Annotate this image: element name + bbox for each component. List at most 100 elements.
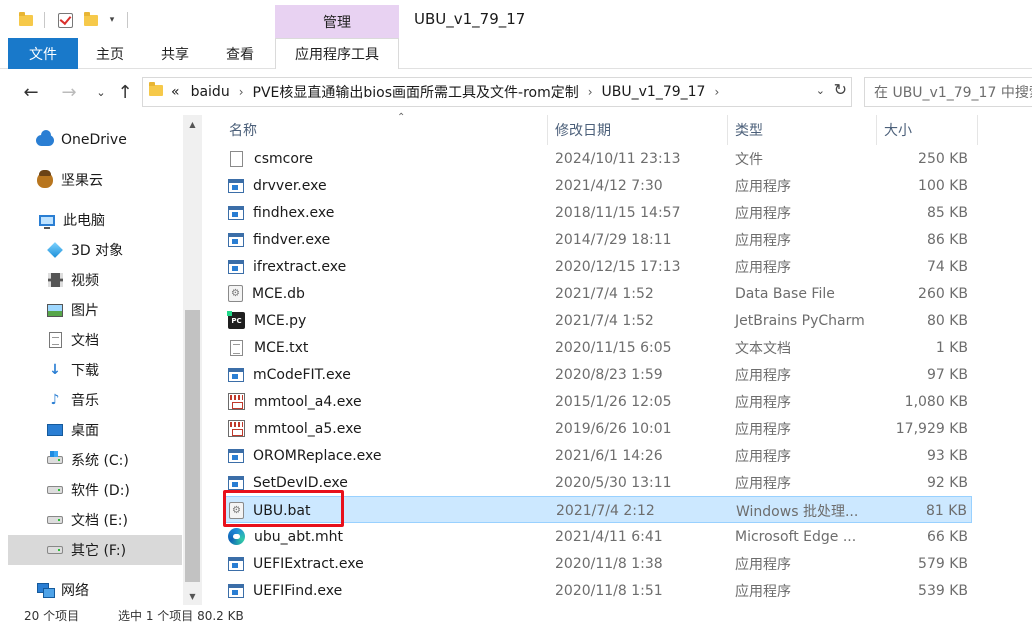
forward-arrow-icon[interactable]: → xyxy=(58,81,80,103)
file-type: 应用程序 xyxy=(735,448,791,465)
file-name-cell: MCE.txt xyxy=(228,334,308,361)
chevron-right-icon[interactable]: › xyxy=(714,85,719,99)
file-name: ubu_abt.mht xyxy=(254,528,344,545)
column-header-date[interactable]: 修改日期 xyxy=(548,115,728,145)
file-size: 100 KB xyxy=(918,177,968,194)
sidebar-item-label: 网络 xyxy=(61,583,89,599)
tab-application-tools[interactable]: 应用程序工具 xyxy=(275,38,399,69)
search-input[interactable]: 在 UBU_v1_79_17 中搜索 xyxy=(864,77,1032,107)
file-row[interactable]: mmtool_a4.exe 2015/1/26 12:05 应用程序 1,080 KB xyxy=(224,388,972,415)
chevron-right-icon[interactable]: › xyxy=(239,85,244,99)
status-bar: 20 个项目 选中 1 个项目 80.2 KB xyxy=(0,605,1032,623)
file-type: 应用程序 xyxy=(735,583,791,600)
sidebar-item-3d-objects[interactable]: 3D 对象 xyxy=(8,235,182,265)
column-header-type[interactable]: 类型 xyxy=(728,115,877,145)
folder-icon[interactable] xyxy=(18,10,34,30)
scroll-down-icon[interactable]: ▼ xyxy=(183,587,202,605)
file-row[interactable]: UEFIFind.exe 2020/11/8 1:51 应用程序 539 KB xyxy=(224,577,972,604)
tab-share[interactable]: 共享 xyxy=(151,38,199,69)
sidebar-item-onedrive[interactable]: OneDrive xyxy=(8,125,182,155)
file-date: 2021/4/12 7:30 xyxy=(555,177,663,194)
file-row[interactable]: OROMReplace.exe 2021/6/1 14:26 应用程序 93 KB xyxy=(224,442,972,469)
file-type: JetBrains PyCharm xyxy=(735,312,865,329)
file-row[interactable]: MCE.db 2021/7/4 1:52 Data Base File 260 KB xyxy=(224,280,972,307)
column-header-size[interactable]: 大小 xyxy=(877,115,978,145)
sidebar-item-drive-c[interactable]: 系统 (C:) xyxy=(8,445,182,475)
sidebar-item-network[interactable]: 网络 xyxy=(8,575,182,605)
film-icon xyxy=(46,272,64,288)
file-type: Windows 批处理... xyxy=(736,503,859,520)
network-icon xyxy=(36,582,55,598)
sidebar-item-downloads[interactable]: ↓ 下载 xyxy=(8,355,182,385)
tab-home[interactable]: 主页 xyxy=(86,38,134,69)
manage-context-tab[interactable]: 管理 xyxy=(275,5,399,38)
refresh-icon[interactable]: ↻ xyxy=(834,80,847,99)
tab-view[interactable]: 查看 xyxy=(216,38,264,69)
file-size: 1,080 KB xyxy=(904,393,968,410)
address-dropdown-icon[interactable]: ⌄ xyxy=(816,84,825,97)
sidebar-scrollbar[interactable]: ▲ ▼ xyxy=(183,115,202,605)
address-bar[interactable]: « baidu › PVE核显直通输出bios画面所需工具及文件-rom定制 ›… xyxy=(142,77,852,107)
file-row[interactable]: mmtool_a5.exe 2019/6/26 10:01 应用程序 17,929 K… xyxy=(224,415,972,442)
file-row[interactable]: ubu_abt.mht 2021/4/11 6:41 Microsoft Edge … xyxy=(224,523,972,550)
file-row[interactable]: drvver.exe 2021/4/12 7:30 应用程序 100 KB xyxy=(224,172,972,199)
tab-file[interactable]: 文件 xyxy=(8,38,78,69)
new-folder-icon[interactable] xyxy=(83,10,99,30)
properties-icon[interactable] xyxy=(56,10,74,30)
document-icon xyxy=(46,332,64,348)
sidebar-item-documents[interactable]: 文档 xyxy=(8,325,182,355)
recent-locations-chevron-icon[interactable]: ⌄ xyxy=(90,81,112,103)
up-arrow-icon[interactable]: ↑ xyxy=(114,81,136,103)
file-date: 2021/4/11 6:41 xyxy=(555,528,663,545)
exe-file-icon xyxy=(228,367,244,382)
file-size: 260 KB xyxy=(918,285,968,302)
file-row[interactable]: mCodeFIT.exe 2020/8/23 1:59 应用程序 97 KB xyxy=(224,361,972,388)
column-header-label: 名称 xyxy=(229,123,257,139)
sidebar-item-pictures[interactable]: 图片 xyxy=(8,295,182,325)
title-bar: ▾ 管理 UBU_v1_79_17 xyxy=(0,0,1032,38)
sidebar-item-music[interactable]: ♪ 音乐 xyxy=(8,385,182,415)
sidebar-item-desktop[interactable]: 桌面 xyxy=(8,415,182,445)
file-name: MCE.txt xyxy=(254,339,309,356)
file-type: 应用程序 xyxy=(735,475,791,492)
desktop-icon xyxy=(46,422,64,438)
file-date: 2024/10/11 23:13 xyxy=(555,150,681,167)
sidebar-item-drive-e[interactable]: 文档 (E:) xyxy=(8,505,182,535)
sidebar-item-drive-f[interactable]: 其它 (F:) xyxy=(8,535,182,565)
db-file-icon xyxy=(228,285,243,302)
sidebar-item-label: 系统 (C:) xyxy=(71,453,129,469)
chevron-right-icon[interactable]: › xyxy=(588,85,593,99)
scrollbar-thumb[interactable] xyxy=(185,310,200,582)
breadcrumb-current[interactable]: UBU_v1_79_17 xyxy=(602,84,706,100)
back-arrow-icon[interactable]: ← xyxy=(20,81,42,103)
file-name-cell: mmtool_a5.exe xyxy=(228,415,362,442)
file-name-cell: ifrextract.exe xyxy=(228,253,346,280)
file-size: 93 KB xyxy=(926,447,968,464)
file-row[interactable]: MCE.txt 2020/11/15 6:05 文本文档 1 KB xyxy=(224,334,972,361)
file-row[interactable]: UEFIExtract.exe 2020/11/8 1:38 应用程序 579 KB xyxy=(224,550,972,577)
sidebar-item-this-pc[interactable]: 此电脑 xyxy=(8,205,182,235)
file-row[interactable]: ifrextract.exe 2020/12/15 17:13 应用程序 74 KB xyxy=(224,253,972,280)
sidebar-item-videos[interactable]: 视频 xyxy=(8,265,182,295)
sidebar-item-drive-d[interactable]: 软件 (D:) xyxy=(8,475,182,505)
sidebar-item-jianguoyun[interactable]: 坚果云 xyxy=(8,165,182,195)
sidebar-item-label: 坚果云 xyxy=(61,173,103,189)
file-row[interactable]: MCE.py 2021/7/4 1:52 JetBrains PyCharm 80 K… xyxy=(224,307,972,334)
highlight-annotation xyxy=(223,490,344,527)
exe-file-icon xyxy=(228,475,244,490)
breadcrumb-overflow[interactable]: « xyxy=(171,84,180,100)
file-row[interactable]: findhex.exe 2018/11/15 14:57 应用程序 85 KB xyxy=(224,199,972,226)
customize-toolbar-icon[interactable]: ▾ xyxy=(106,10,118,30)
file-date: 2020/11/15 6:05 xyxy=(555,339,672,356)
picture-icon xyxy=(46,302,64,318)
file-type: 应用程序 xyxy=(735,232,791,249)
breadcrumb-pve-folder[interactable]: PVE核显直通输出bios画面所需工具及文件-rom定制 xyxy=(253,82,579,102)
file-row[interactable]: findver.exe 2014/7/29 18:11 应用程序 86 KB xyxy=(224,226,972,253)
breadcrumb-baidu[interactable]: baidu xyxy=(191,84,230,100)
mm-file-icon xyxy=(228,420,245,437)
column-header-name[interactable]: 名称 ⌃ xyxy=(222,112,548,145)
file-row[interactable]: csmcore 2024/10/11 23:13 文件 250 KB xyxy=(224,145,972,172)
sidebar-item-label: 软件 (D:) xyxy=(71,483,130,499)
scroll-up-icon[interactable]: ▲ xyxy=(183,115,202,133)
file-size: 66 KB xyxy=(926,528,968,545)
